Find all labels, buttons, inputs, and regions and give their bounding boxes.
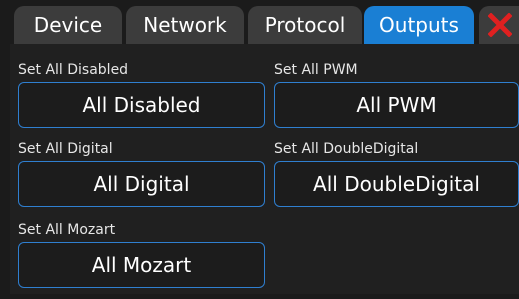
close-button[interactable] bbox=[479, 6, 519, 44]
all-doubledigital-button[interactable]: All DoubleDigital bbox=[274, 161, 519, 207]
set-all-mozart-label: Set All Mozart bbox=[18, 222, 116, 238]
set-all-disabled-label: Set All Disabled bbox=[18, 62, 129, 78]
tab-bar: Device Network Protocol Outputs bbox=[0, 0, 519, 44]
close-x-icon bbox=[488, 13, 512, 37]
outputs-panel: Set All Disabled All Disabled Set All PW… bbox=[10, 44, 519, 294]
all-disabled-button[interactable]: All Disabled bbox=[18, 82, 265, 128]
set-all-digital-label: Set All Digital bbox=[18, 141, 113, 157]
outputs-window: Device Network Protocol Outputs Set All … bbox=[0, 0, 519, 299]
tab-network[interactable]: Network bbox=[126, 6, 244, 44]
all-mozart-button[interactable]: All Mozart bbox=[18, 242, 265, 288]
all-pwm-button[interactable]: All PWM bbox=[274, 82, 519, 128]
tab-outputs[interactable]: Outputs bbox=[364, 6, 474, 44]
set-all-pwm-label: Set All PWM bbox=[274, 62, 358, 78]
tab-device[interactable]: Device bbox=[14, 6, 122, 44]
all-digital-button[interactable]: All Digital bbox=[18, 161, 265, 207]
tab-protocol[interactable]: Protocol bbox=[248, 6, 362, 44]
set-all-doubledigital-label: Set All DoubleDigital bbox=[274, 141, 419, 157]
